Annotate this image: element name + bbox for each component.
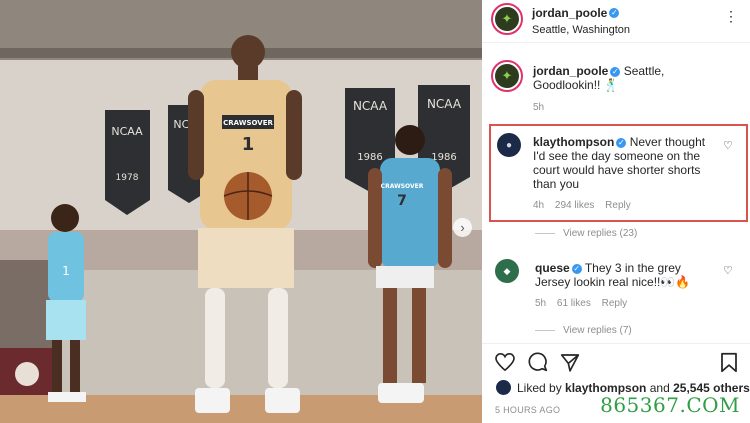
svg-text:CRAWSOVER: CRAWSOVER [223, 119, 273, 127]
caption: jordan_poole ✓ Seattle, Goodlookin!! 🕺 5h [533, 64, 733, 113]
reply-button[interactable]: Reply [602, 298, 628, 309]
next-photo-button[interactable]: › [453, 218, 472, 237]
author-username[interactable]: jordan_poole [532, 6, 607, 20]
view-replies-link[interactable]: View replies (23) [535, 228, 637, 239]
verified-badge-icon: ✓ [610, 66, 621, 77]
caption-avatar[interactable]: ✦ [491, 60, 523, 92]
post-timestamp: 5 HOURS AGO [495, 405, 561, 415]
verified-badge-icon: ✓ [571, 263, 582, 274]
comment-avatar[interactable]: ◆ [495, 259, 519, 283]
heart-icon[interactable] [495, 353, 515, 371]
comment-time: 5h [535, 298, 547, 309]
svg-text:1978: 1978 [116, 173, 139, 183]
share-icon[interactable] [560, 353, 580, 372]
watermark: 865367.COM [600, 393, 740, 417]
leaf-logo-icon: ✦ [495, 7, 519, 31]
comment-icon[interactable] [528, 352, 548, 372]
svg-text:7: 7 [397, 193, 407, 209]
divider [482, 343, 750, 344]
divider [482, 42, 750, 43]
post-location[interactable]: Seattle, Washington [532, 24, 630, 36]
author-avatar[interactable]: ✦ [491, 3, 523, 35]
banner: NCAA 1978 [105, 110, 150, 215]
banner-text: NCAA [111, 125, 143, 138]
svg-text:NCAA: NCAA [353, 99, 388, 113]
chevron-right-icon: › [460, 220, 465, 235]
comment-likes[interactable]: 61 likes [557, 298, 591, 309]
verified-badge-icon: ✓ [609, 7, 620, 18]
post-photo[interactable]: NCAA 1978 NCAA NCAA 1986 NCAA 1986 [0, 0, 482, 423]
svg-text:NCAA: NCAA [427, 97, 462, 111]
caption-author[interactable]: jordan_poole [533, 64, 608, 78]
caption-time: 5h [533, 102, 545, 113]
svg-text:1: 1 [242, 134, 255, 155]
leaf-logo-icon: ✦ [495, 64, 519, 88]
gym-scene: NCAA 1978 NCAA NCAA 1986 NCAA 1986 [0, 0, 482, 423]
svg-text:CRAWSOVER: CRAWSOVER [381, 183, 424, 190]
comment: quese ✓ They 3 in the grey Jersey lookin … [535, 261, 715, 309]
view-replies-link[interactable]: View replies (7) [535, 325, 632, 336]
highlight-box [489, 124, 748, 222]
heart-outline-icon[interactable]: ♡ [723, 264, 733, 277]
more-options-icon[interactable]: ⋮ [724, 8, 738, 25]
liker-avatar[interactable] [496, 380, 511, 395]
comment-author[interactable]: quese [535, 261, 570, 275]
svg-text:1: 1 [62, 264, 70, 278]
bookmark-icon[interactable] [720, 352, 738, 373]
svg-text:1986: 1986 [357, 152, 382, 163]
post-header: jordan_poole ✓ Seattle, Washington [532, 4, 630, 36]
